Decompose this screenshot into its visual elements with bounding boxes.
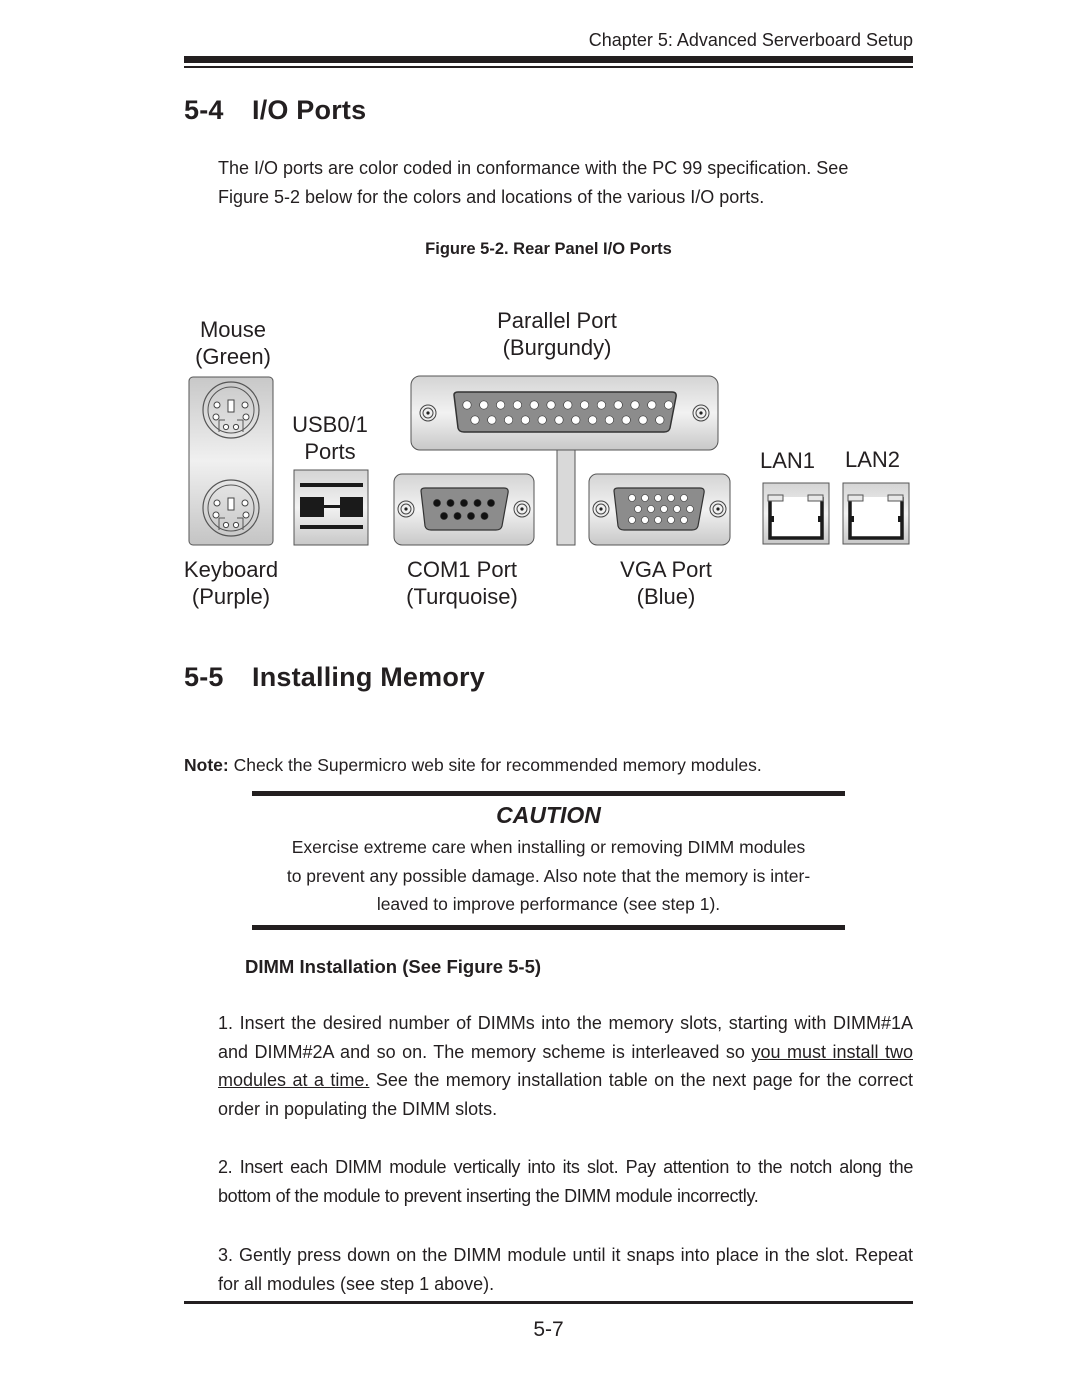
com1-pin	[480, 512, 489, 520]
step-1: 1. Insert the desired number of DIMMs in…	[218, 1009, 913, 1123]
memory-note: Note: Check the Supermicro web site for …	[184, 751, 762, 780]
keyboard-label-name: Keyboard	[183, 557, 279, 582]
parallel-pin	[479, 400, 489, 410]
com1-pin	[460, 499, 468, 507]
parallel-pin	[621, 415, 631, 425]
parallel-pin	[462, 400, 472, 410]
parallel-pin	[563, 400, 573, 410]
lan1-port-icon	[762, 482, 830, 545]
parallel-pin	[580, 400, 590, 410]
caution-body: Exercise extreme care when installing or…	[246, 833, 851, 919]
parallel-pin	[664, 400, 674, 410]
com1-pin	[487, 499, 495, 507]
com1-pin	[467, 512, 475, 520]
keyboard-label: Keyboard (Purple)	[176, 556, 286, 610]
caution-line-3: leaved to improve performance (see step …	[376, 894, 721, 914]
vga-pin	[654, 494, 662, 502]
parallel-pin	[546, 400, 556, 410]
vga-pin	[667, 516, 675, 524]
vga-pin	[673, 505, 681, 513]
mouse-label-name: Mouse	[199, 317, 267, 342]
parallel-pin	[504, 415, 514, 425]
caution-title: CAUTION	[496, 802, 601, 828]
vga-label: VGA Port (Blue)	[604, 556, 728, 610]
parallel-pin	[470, 415, 480, 425]
com1-pin	[453, 512, 462, 520]
vga-pin	[686, 505, 694, 513]
parallel-pin	[512, 400, 522, 410]
parallel-pin	[571, 415, 581, 425]
com1-label-color: (Turquoise)	[406, 584, 518, 609]
vga-label-color: (Blue)	[636, 584, 696, 609]
vga-pin	[628, 516, 636, 524]
step-3: 3. Gently press down on the DIMM module …	[218, 1245, 913, 1294]
parallel-pin	[604, 415, 614, 425]
parallel-pin	[613, 400, 623, 410]
parallel-pin	[638, 415, 648, 425]
com1-label-name: COM1 Port	[406, 557, 518, 582]
parallel-label-name: Parallel Port	[497, 308, 617, 333]
com1-pin	[440, 512, 448, 520]
caution-line-2: to prevent any possible damage. Also not…	[286, 865, 811, 886]
usb-label: USB0/1 Ports	[280, 411, 380, 465]
step-2: 2. Insert each DIMM module vertically in…	[218, 1157, 913, 1206]
vga-pin	[667, 494, 675, 502]
keyboard-label-color: (Purple)	[191, 584, 271, 609]
page-number: 5-7	[533, 1318, 564, 1341]
parallel-pin	[487, 415, 497, 425]
vga-pin	[680, 494, 688, 502]
lan1-label: LAN1	[760, 448, 816, 473]
note-text: Check the Supermicro web site for recomm…	[228, 755, 762, 775]
parallel-pin	[647, 400, 657, 410]
vga-pin	[660, 505, 668, 513]
vga-port-icon	[588, 473, 731, 546]
com1-pin	[473, 499, 482, 507]
vga-pin	[654, 516, 662, 524]
parallel-pin	[588, 415, 598, 425]
usb-label-sub: Ports	[304, 439, 356, 464]
com1-pin	[433, 499, 441, 507]
parallel-label: Parallel Port (Burgundy)	[472, 307, 642, 361]
usb-port-icon	[293, 469, 369, 546]
caution-bottom-rule	[252, 925, 845, 930]
vga-label-name: VGA Port	[620, 557, 712, 582]
lan2-port-icon	[842, 482, 910, 545]
footer-rule	[184, 1301, 913, 1304]
com1-label: COM1 Port (Turquoise)	[396, 556, 528, 610]
parallel-pin	[496, 400, 506, 410]
note-label: Note:	[184, 755, 229, 775]
caution-top-rule	[252, 791, 845, 796]
parallel-pin	[520, 415, 530, 425]
usb-label-name: USB0/1	[292, 412, 368, 437]
vga-pin	[641, 494, 649, 502]
com1-port-icon	[393, 473, 535, 546]
vga-pin	[628, 494, 636, 502]
mouse-label: Mouse (Green)	[183, 316, 283, 370]
section-number: 5-5	[184, 662, 224, 692]
dimm-installation-heading: DIMM Installation (See Figure 5-5)	[245, 956, 542, 977]
section-heading-installing-memory: 5-5 Installing Memory	[184, 662, 485, 693]
vga-pin	[641, 516, 649, 524]
parallel-port-icon	[410, 375, 719, 451]
parallel-pin	[596, 400, 606, 410]
parallel-pin	[655, 415, 665, 425]
parallel-pin	[537, 415, 547, 425]
mouse-label-color: (Green)	[195, 344, 271, 369]
parallel-label-color: (Burgundy)	[502, 335, 612, 360]
parallel-pin	[529, 400, 539, 410]
section-title: Installing Memory	[252, 662, 485, 692]
ps2-ports	[188, 376, 274, 546]
vga-pin	[680, 516, 688, 524]
vga-pin	[647, 505, 655, 513]
parallel-pin	[630, 400, 640, 410]
caution-line-1: Exercise extreme care when installing or…	[291, 837, 806, 857]
parallel-stem	[556, 449, 576, 546]
vga-pin	[634, 505, 642, 513]
lan2-label: LAN2	[845, 447, 901, 472]
parallel-pin	[554, 415, 564, 425]
com1-pin	[446, 499, 455, 507]
